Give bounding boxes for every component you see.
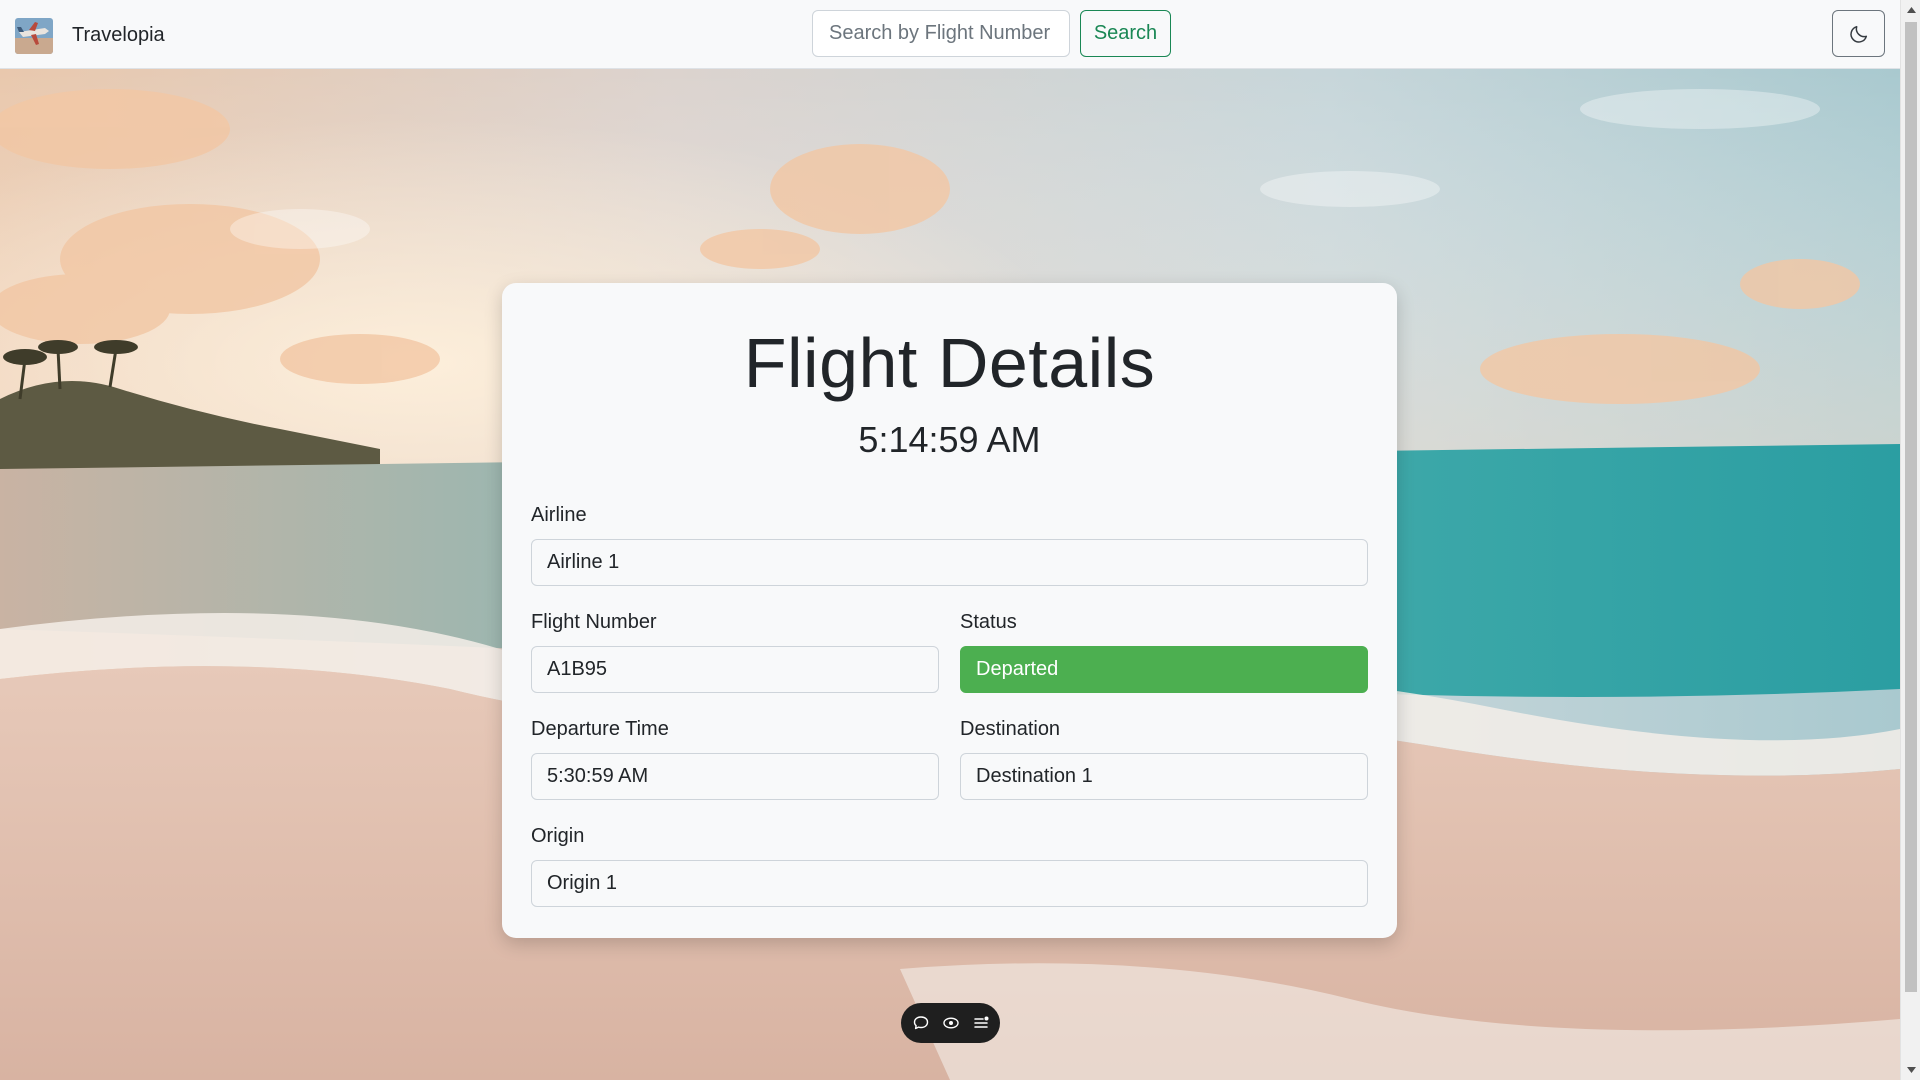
scrollbar-thumb[interactable]	[1905, 22, 1917, 992]
flight-details-card: Flight Details 5:14:59 AM Airline Airlin…	[502, 283, 1397, 938]
page-viewport: Travelopia Search Flight Details 5:14:59…	[0, 0, 1900, 1080]
origin-field[interactable]: Origin 1	[531, 860, 1368, 907]
status-label: Status	[960, 611, 1017, 633]
airplane-logo-icon[interactable]	[15, 18, 53, 54]
status-field[interactable]: Departed	[960, 646, 1368, 693]
destination-field[interactable]: Destination 1	[960, 753, 1368, 800]
departure-time-field[interactable]: 5:30:59 AM	[531, 753, 939, 800]
chat-bubble-icon[interactable]	[911, 1013, 931, 1033]
scroll-down-arrow-icon[interactable]	[1901, 1060, 1920, 1080]
theme-toggle-button[interactable]	[1832, 10, 1885, 57]
list-icon[interactable]	[971, 1013, 991, 1033]
eye-icon[interactable]	[941, 1013, 961, 1033]
scroll-up-arrow-icon[interactable]	[1901, 0, 1920, 20]
departure-time-label: Departure Time	[531, 718, 669, 740]
brand-name[interactable]: Travelopia	[72, 22, 165, 48]
navbar: Travelopia Search	[0, 0, 1900, 69]
moon-icon	[1849, 25, 1867, 43]
search-button[interactable]: Search	[1080, 10, 1171, 57]
origin-label: Origin	[531, 825, 585, 847]
airline-label: Airline	[531, 504, 587, 526]
current-time-clock: 5:14:59 AM	[858, 419, 1041, 460]
flight-number-label: Flight Number	[531, 611, 657, 633]
destination-label: Destination	[960, 718, 1061, 740]
flight-search-input[interactable]	[812, 10, 1070, 57]
floating-toolbar	[901, 1003, 1000, 1043]
page-title: Flight Details	[743, 324, 1156, 402]
airline-field[interactable]: Airline 1	[531, 539, 1368, 586]
flight-number-field[interactable]: A1B95	[531, 646, 939, 693]
vertical-scrollbar[interactable]	[1900, 0, 1920, 1080]
